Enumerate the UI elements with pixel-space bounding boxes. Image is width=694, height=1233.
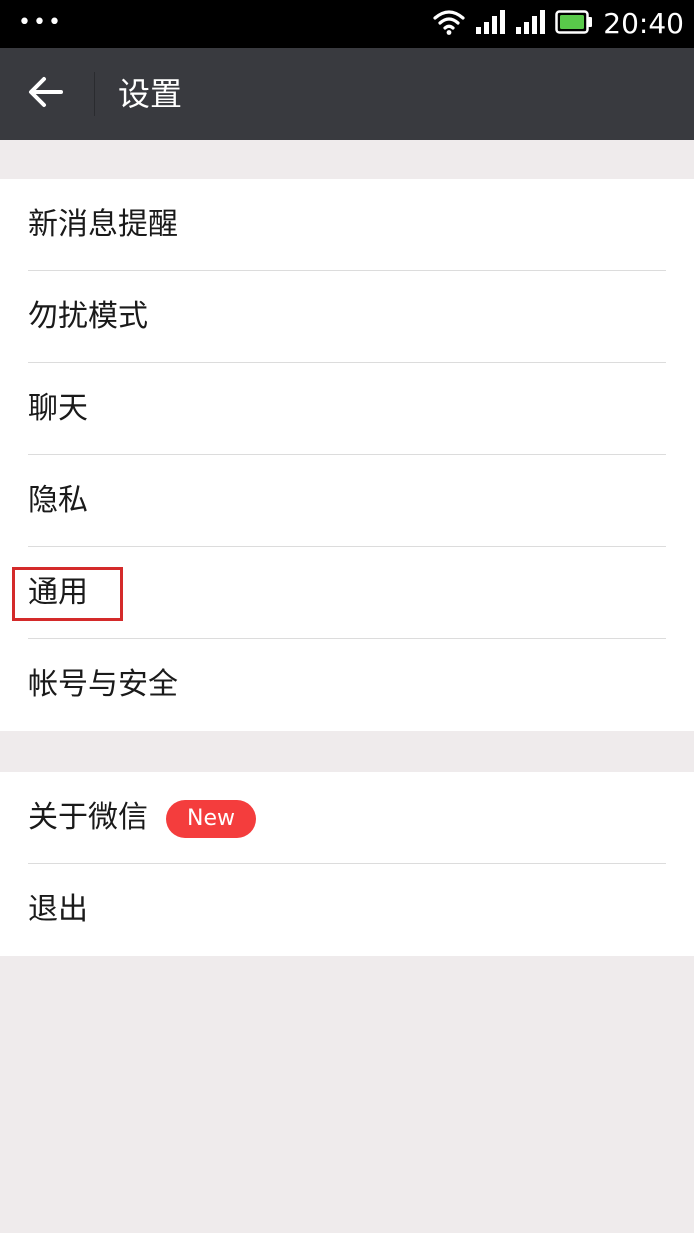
settings-item-do-not-disturb[interactable]: 勿扰模式 (0, 271, 694, 363)
settings-item-privacy[interactable]: 隐私 (0, 455, 694, 547)
settings-item-label: 勿扰模式 (28, 299, 148, 334)
settings-item-account-security[interactable]: 帐号与安全 (0, 639, 694, 731)
settings-item-label: 通用 (28, 575, 88, 610)
status-icons: 20:40 (433, 0, 684, 48)
cell-signal-icon (475, 9, 506, 39)
settings-item-logout[interactable]: 退出 (0, 864, 694, 956)
settings-item-about-wechat[interactable]: 关于微信 New (0, 772, 694, 864)
settings-group-secondary: 关于微信 New 退出 (0, 772, 694, 956)
settings-item-label: 退出 (28, 892, 88, 927)
wifi-icon (433, 9, 465, 39)
cell-signal-icon (515, 9, 546, 39)
settings-group-main: 新消息提醒 勿扰模式 聊天 隐私 通用 帐号与安全 (0, 179, 694, 731)
status-time: 20:40 (603, 7, 684, 40)
status-dots: ••• (18, 10, 63, 35)
back-button[interactable] (14, 64, 78, 124)
settings-item-label: 隐私 (28, 483, 88, 518)
arrow-left-icon (28, 76, 64, 112)
settings-item-chat[interactable]: 聊天 (0, 363, 694, 455)
settings-item-label: 新消息提醒 (28, 207, 178, 242)
page-title: 设置 (118, 75, 183, 113)
settings-item-general[interactable]: 通用 (0, 547, 694, 639)
battery-icon (555, 10, 593, 38)
top-app-bar: 设置 (0, 48, 694, 140)
settings-item-label: 聊天 (28, 391, 88, 426)
settings-item-new-message-alert[interactable]: 新消息提醒 (0, 179, 694, 271)
toolbar-divider (94, 72, 95, 116)
new-badge: New (166, 800, 256, 838)
settings-item-label: 帐号与安全 (28, 667, 178, 702)
status-bar: ••• 20:40 (0, 0, 694, 48)
settings-item-label: 关于微信 (28, 800, 148, 835)
